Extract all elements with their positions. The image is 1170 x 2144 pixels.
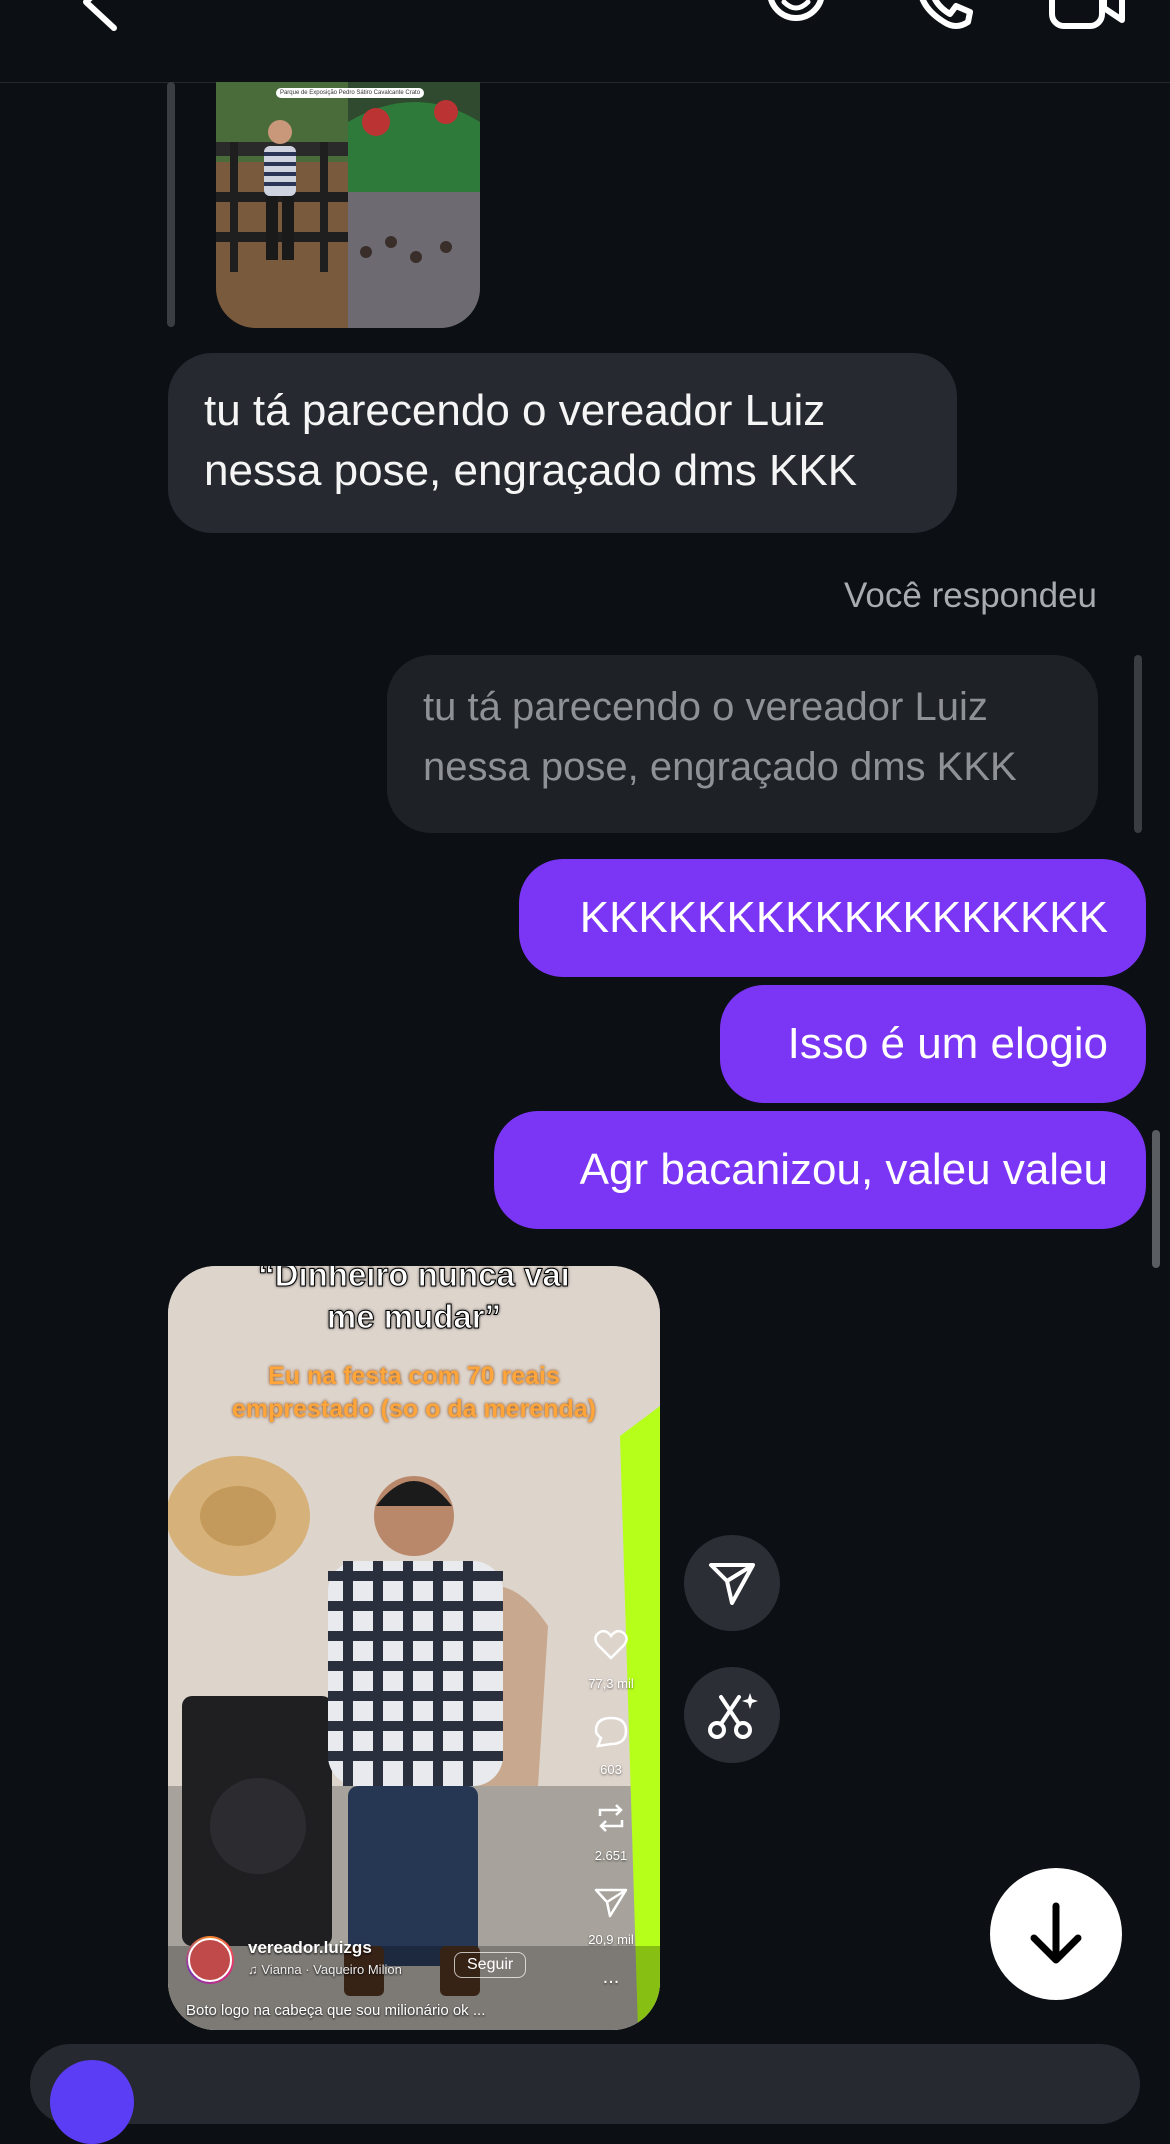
caption-line: emprestado (so o da merenda) [232, 1395, 596, 1423]
outgoing-message[interactable]: Isso é um elogio [720, 985, 1146, 1103]
message-line: nessa pose, engraçado dms KKK [204, 446, 858, 495]
avatar[interactable] [186, 1936, 234, 1984]
repost-icon [598, 1804, 624, 1832]
repost-button[interactable] [594, 1802, 628, 1839]
scroll-to-bottom-button[interactable] [990, 1868, 1122, 2000]
quoted-message[interactable]: tu tá parecendo o vereador Luiz nessa po… [387, 655, 1098, 833]
caption-line: Eu na festa com 70 reais [268, 1362, 560, 1390]
reel-audio: ♫ Vianna · Vaqueiro Milion [248, 1962, 402, 1977]
shared-reel[interactable]: “Dinheiro nunca vai me mudar” Eu na fest… [168, 1266, 660, 2030]
reply-thread-line [167, 82, 175, 327]
repost-count: 2.651 [594, 1848, 628, 1863]
caption-line: me mudar” [326, 1298, 502, 1336]
video-camera-icon [1049, 0, 1125, 29]
message-text: Isso é um elogio [787, 1019, 1108, 1068]
shared-photo[interactable]: Parque de Exposição Pedro Sátiro Cavalca… [216, 82, 480, 328]
scrollbar[interactable] [1152, 1130, 1160, 1268]
message-composer[interactable] [30, 2044, 1140, 2144]
phone-icon [919, 0, 973, 29]
remix-button[interactable] [684, 1667, 780, 1763]
comment-button[interactable] [594, 1716, 628, 1753]
voice-call-button[interactable] [910, 0, 980, 37]
reel-description: Boto logo na cabeça que sou milionário o… [186, 2002, 486, 2019]
chevron-left-icon [83, 0, 117, 31]
quoted-line: nessa pose, engraçado dms KKK [423, 745, 1017, 789]
reel-username[interactable]: vereador.luizgs [248, 1938, 372, 1958]
comment-icon [594, 1716, 628, 1748]
audio-label: Vianna · Vaqueiro Milion [261, 1962, 402, 1977]
sticker-button[interactable] [760, 0, 840, 37]
quoted-line: tu tá parecendo o vereador Luiz [423, 685, 988, 729]
send-icon [709, 1563, 755, 1605]
message-line: tu tá parecendo o vereador Luiz [204, 386, 826, 435]
back-button[interactable] [74, 0, 134, 37]
sticker-icon [768, 0, 824, 21]
photo-location-caption: Parque de Exposição Pedro Sátiro Cavalca… [279, 90, 421, 96]
camera-button[interactable] [50, 2060, 134, 2144]
video-call-button[interactable] [1048, 0, 1128, 37]
more-options[interactable]: ... [581, 1966, 641, 1989]
incoming-message[interactable]: tu tá parecendo o vereador Luiz nessa po… [168, 353, 957, 533]
heart-icon [594, 1629, 628, 1660]
outgoing-message[interactable]: Agr bacanizou, valeu valeu [494, 1111, 1146, 1229]
replied-label: Você respondeu [844, 576, 1097, 615]
reel-caption-sub: Eu na festa com 70 reais emprestado (so … [168, 1360, 660, 1426]
caption-line: “Dinheiro nunca vai [258, 1266, 571, 1294]
scissors-sparkle-icon [708, 1693, 758, 1739]
comment-count: 603 [600, 1762, 622, 1777]
like-button[interactable] [594, 1629, 628, 1665]
message-text: KKKKKKKKKKKKKKKKKK [579, 893, 1108, 942]
share-button[interactable] [684, 1535, 780, 1631]
quote-thread-line [1134, 655, 1142, 833]
like-count: 77,3 mil [588, 1676, 634, 1691]
arrow-down-icon [1030, 1902, 1082, 1964]
send-icon [594, 1888, 628, 1918]
outgoing-message[interactable]: KKKKKKKKKKKKKKKKKK [519, 859, 1146, 977]
reel-share-button[interactable] [594, 1886, 628, 1923]
music-icon: ♫ [248, 1962, 262, 1977]
photo-image [216, 82, 480, 328]
chat-header [0, 0, 1170, 83]
share-count: 20,9 mil [588, 1932, 634, 1947]
reel-caption-top: “Dinheiro nunca vai me mudar” [168, 1266, 660, 1338]
message-text: Agr bacanizou, valeu valeu [579, 1145, 1108, 1194]
follow-button[interactable]: Seguir [454, 1952, 527, 1978]
